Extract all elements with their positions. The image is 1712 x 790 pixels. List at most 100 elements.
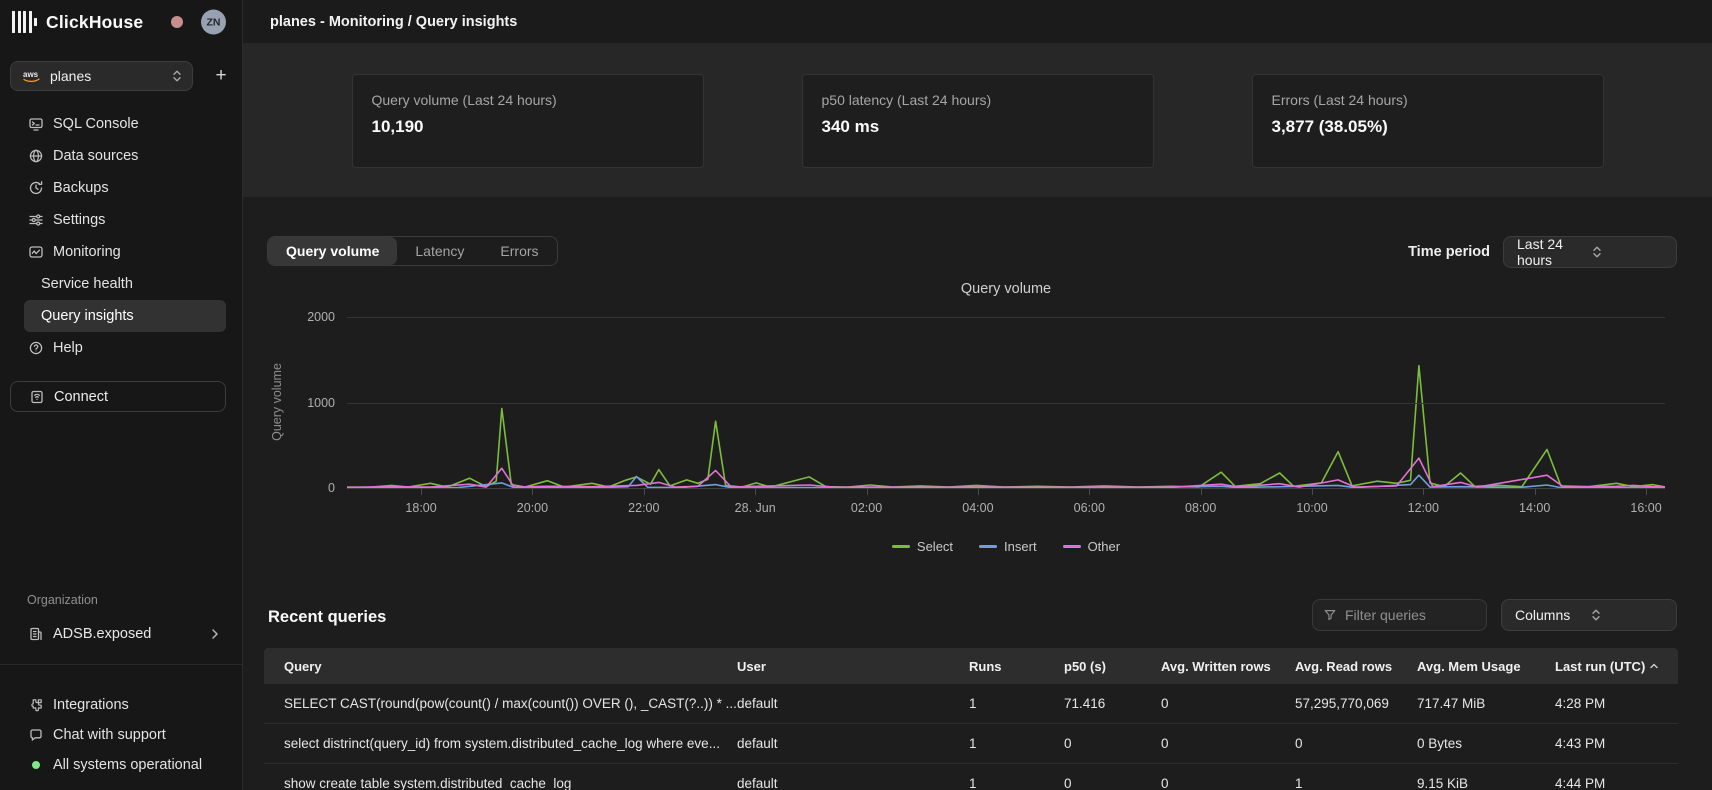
recent-queries-table: QueryUserRunsp50 (s)Avg. Written rowsAvg… [264,648,1678,790]
add-service-button[interactable]: + [210,65,232,87]
table-body: SELECT CAST(round(pow(count() / max(coun… [264,684,1678,790]
sidebar-item-label: Help [53,340,83,356]
x-tick-mark [755,489,756,495]
sidebar-item-service-health[interactable]: Service health [24,268,226,300]
column-header-runs[interactable]: Runs [969,659,1064,674]
legend-label: Select [917,539,953,554]
query-cell: show create table system.distributed_cac… [284,776,737,790]
time-period-control: Time period Last 24 hours [1408,236,1677,268]
status-dot-icon [27,756,45,774]
x-tick-mark [1646,489,1647,495]
stat-card: p50 latency (Last 24 hours)340 ms [802,74,1154,168]
tab-errors[interactable]: Errors [482,237,556,265]
tab-latency[interactable]: Latency [397,237,482,265]
cell: 0 [1161,776,1295,790]
sort-ascending-icon [1649,662,1659,670]
legend-item-select[interactable]: Select [892,539,953,554]
puzzle-icon [27,696,45,714]
x-tick-label: 08:00 [1185,501,1216,515]
stat-card: Query volume (Last 24 hours)10,190 [352,74,704,168]
chart-plot-area[interactable] [347,317,1665,488]
cell: 4:28 PM [1555,696,1678,711]
column-header-p50-s-[interactable]: p50 (s) [1064,659,1161,674]
chart-y-tick-labels: 010002000 [240,317,335,488]
column-header-avg-mem-usage[interactable]: Avg. Mem Usage [1417,659,1555,674]
cell: 1 [1295,776,1417,790]
cell: 1 [969,736,1064,751]
x-tick-mark [1312,489,1313,495]
organization-item[interactable]: ADSB.exposed [10,619,232,649]
column-header-query[interactable]: Query [284,659,737,674]
sidebar-item-data-sources[interactable]: Data sources [24,140,226,172]
service-selector[interactable]: aws planes [10,61,193,91]
legend-label: Other [1088,539,1121,554]
table-row[interactable]: select distrinct(query_id) from system.d… [264,724,1678,764]
sidebar-item-monitoring[interactable]: Monitoring [24,236,226,268]
sidebar-item-sql-console[interactable]: SQL Console [24,108,226,140]
avatar[interactable]: ZN [201,10,226,35]
stat-label: Errors (Last 24 hours) [1272,92,1584,108]
time-period-select[interactable]: Last 24 hours [1503,236,1677,268]
sidebar-item-label: Settings [53,212,105,228]
connect-button[interactable]: Connect [10,381,226,412]
topbar: planes - Monitoring / Query insights [243,0,1712,44]
column-header-last-run-utc-[interactable]: Last run (UTC) [1555,659,1678,674]
sidebar-item-settings[interactable]: Settings [24,204,226,236]
cell: 0 Bytes [1417,736,1555,751]
series-select-line [347,366,1665,488]
query-cell: SELECT CAST(round(pow(count() / max(coun… [284,696,737,711]
logo-row: ClickHouse ZN [12,8,232,36]
columns-select-label: Columns [1515,607,1591,623]
sidebar-footer-label: All systems operational [53,757,202,773]
sidebar-item-label: Query insights [41,308,134,324]
filter-queries-input[interactable] [1345,607,1476,623]
sidebar-item-query-insights[interactable]: Query insights [24,300,226,332]
sidebar-nav: SQL Console Data sources Backups Settings Mo… [24,108,226,364]
table-row[interactable]: SELECT CAST(round(pow(count() / max(coun… [264,684,1678,724]
chevrons-updown-icon [1592,245,1667,259]
sidebar-footer-integrations[interactable]: Integrations [24,690,226,720]
sidebar-item-backups[interactable]: Backups [24,172,226,204]
sidebar-footer-label: Chat with support [53,727,166,743]
sidebar-divider [0,664,242,665]
settings-icon [27,211,45,229]
columns-select[interactable]: Columns [1501,599,1677,631]
gridline-y-1000 [347,403,1665,404]
data-sources-icon [27,147,45,165]
stat-value: 3,877 (38.05%) [1272,117,1584,137]
x-tick-mark [1535,489,1536,495]
column-header-avg-written-rows[interactable]: Avg. Written rows [1161,659,1295,674]
stat-label: Query volume (Last 24 hours) [372,92,684,108]
cell: 9.15 KiB [1417,776,1555,790]
cell: default [737,696,969,711]
legend-item-other[interactable]: Other [1063,539,1121,554]
cell: 0 [1064,776,1161,790]
chevrons-updown-icon [1591,608,1667,622]
sidebar: ClickHouse ZN aws planes + SQL Console Da… [0,0,243,790]
query-cell: select distrinct(query_id) from system.d… [284,736,737,751]
sidebar-item-help[interactable]: Help [24,332,226,364]
aws-icon: aws [21,69,43,84]
sidebar-item-label: Monitoring [53,244,121,260]
cell: 717.47 MiB [1417,696,1555,711]
x-tick-label: 02:00 [851,501,882,515]
x-tick-label: 06:00 [1074,501,1105,515]
recent-queries-title: Recent queries [268,608,386,627]
x-tick-label: 12:00 [1408,501,1439,515]
sidebar-item-label: SQL Console [53,116,139,132]
clickhouse-logo-icon [12,11,37,33]
sidebar-footer-chat-with-support[interactable]: Chat with support [24,720,226,750]
cell: 0 [1161,736,1295,751]
table-row[interactable]: show create table system.distributed_cac… [264,764,1678,790]
sidebar-item-label: Backups [53,180,109,196]
filter-queries-box [1312,599,1487,631]
tab-query-volume[interactable]: Query volume [268,237,397,265]
notification-dot-icon[interactable] [171,16,183,28]
column-header-user[interactable]: User [737,659,969,674]
cell: 0 [1064,736,1161,751]
x-tick-label: 22:00 [628,501,659,515]
time-period-label: Time period [1408,244,1490,260]
sidebar-footer-all-systems-operational[interactable]: All systems operational [24,750,226,780]
column-header-avg-read-rows[interactable]: Avg. Read rows [1295,659,1417,674]
legend-item-insert[interactable]: Insert [979,539,1037,554]
